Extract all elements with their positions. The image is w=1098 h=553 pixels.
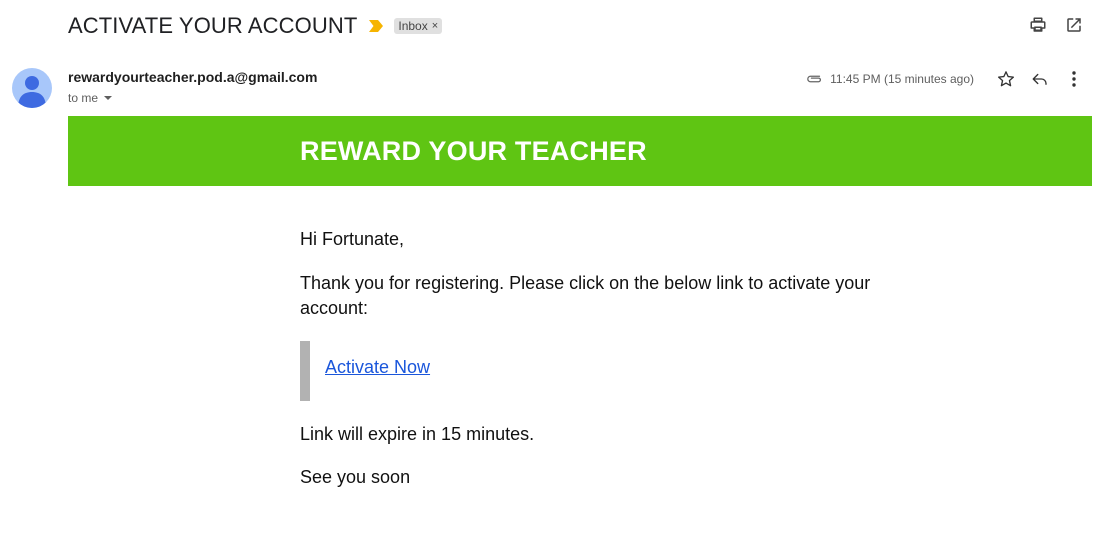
remove-label-button[interactable]: × <box>432 20 438 32</box>
expiry-note: Link will expire in 15 minutes. <box>300 424 535 444</box>
print-button[interactable] <box>1028 14 1048 36</box>
sender-email[interactable]: rewardyourteacher.pod.a@gmail.com <box>68 69 317 85</box>
subject-row: ACTIVATE YOUR ACCOUNT Inbox × <box>68 11 443 41</box>
intro-paragraph: Thank you for registering. Please click … <box>300 273 871 318</box>
more-options-button[interactable] <box>1064 68 1084 90</box>
star-button[interactable] <box>996 68 1016 90</box>
inbox-label-chip: Inbox × <box>394 18 443 34</box>
message-meta: 11:45 PM (15 minutes ago) <box>806 68 1084 90</box>
reply-icon <box>1032 73 1047 85</box>
activation-link-block: Activate Now <box>300 341 430 401</box>
recipient-details-toggle[interactable]: to me <box>68 91 113 105</box>
more-vertical-icon <box>1072 71 1076 87</box>
reply-button[interactable] <box>1030 68 1050 90</box>
message-time: 11:45 PM (15 minutes ago) <box>830 72 974 86</box>
email-banner: REWARD YOUR TEACHER <box>68 116 1092 186</box>
email-subject: ACTIVATE YOUR ACCOUNT <box>68 13 358 38</box>
person-avatar-icon <box>18 76 46 108</box>
importance-marker-icon[interactable] <box>368 19 384 33</box>
inbox-label-text: Inbox <box>398 19 428 33</box>
greeting: Hi Fortunate, <box>300 229 405 249</box>
sign-off: See you soon <box>300 467 411 487</box>
sender-avatar[interactable] <box>12 68 52 108</box>
activate-now-link[interactable]: Activate Now <box>325 357 430 378</box>
thread-toolbar <box>1028 14 1084 36</box>
message-actions <box>996 68 1084 90</box>
banner-title: REWARD YOUR TEACHER <box>300 136 647 166</box>
recipient-text: to me <box>68 91 99 105</box>
open-in-new-window-icon <box>1067 18 1081 32</box>
print-icon <box>1030 17 1046 32</box>
paperclip-icon <box>807 75 822 83</box>
star-icon <box>997 71 1015 87</box>
open-new-window-button[interactable] <box>1064 14 1084 36</box>
chevron-down-icon <box>104 96 113 100</box>
